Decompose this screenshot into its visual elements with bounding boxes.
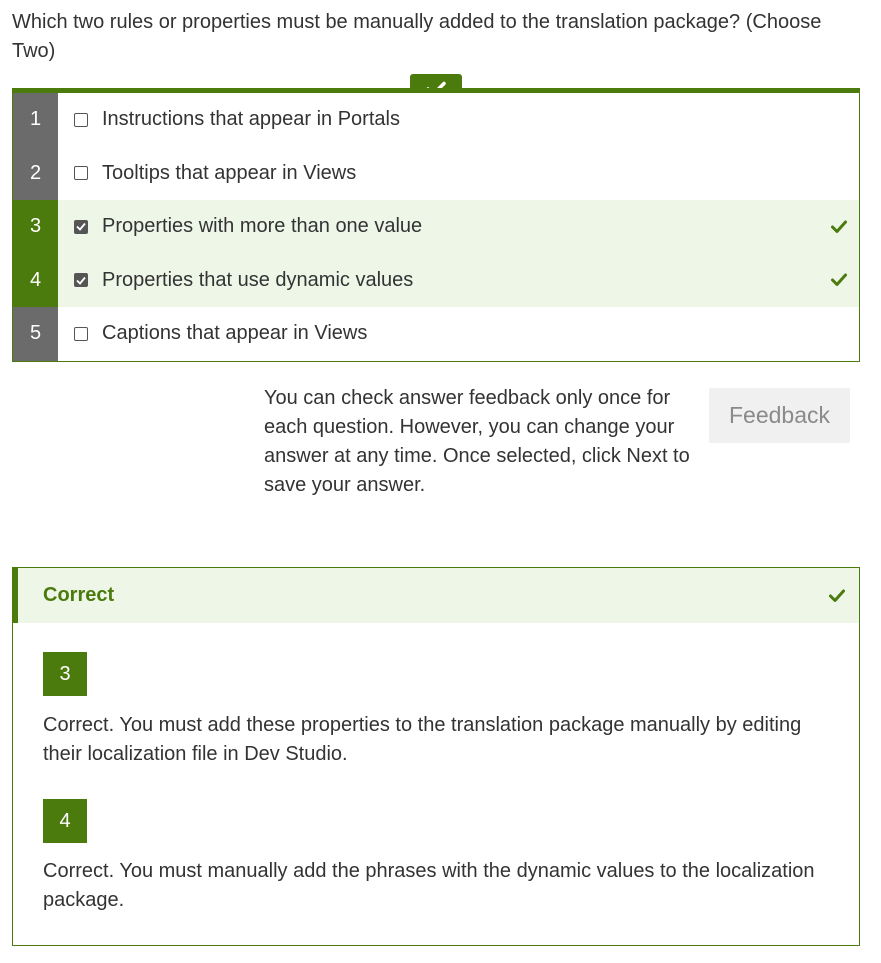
correct-check-icon — [831, 220, 847, 233]
option-label: Captions that appear in Views — [102, 322, 368, 345]
correct-check-icon — [831, 273, 847, 287]
answer-options: 1 Instructions that appear in Portals 2 … — [12, 88, 860, 362]
checkbox-icon[interactable] — [74, 166, 88, 181]
checkmark-icon — [76, 223, 86, 232]
feedback-header: Correct — [13, 568, 859, 623]
check-icon — [829, 589, 845, 602]
checkbox-icon[interactable] — [74, 326, 88, 341]
feedback-item-number: 3 — [43, 652, 87, 696]
option-label: Properties with more than one value — [102, 215, 423, 238]
answer-option-5[interactable]: 5 Captions that appear in Views — [13, 307, 859, 361]
question-text: Which two rules or properties must be ma… — [12, 11, 822, 62]
answer-option-4[interactable]: 4 Properties that use dynamic values — [13, 253, 859, 307]
answer-option-1[interactable]: 1 Instructions that appear in Portals — [13, 93, 859, 147]
feedback-button[interactable]: Feedback — [709, 388, 850, 443]
answer-option-3[interactable]: 3 Properties with more than one value — [13, 200, 859, 254]
feedback-item-number: 4 — [43, 799, 87, 843]
checkmark-icon — [76, 276, 86, 285]
checkbox-icon[interactable] — [74, 112, 88, 127]
feedback-info-text: You can check answer feedback only once … — [264, 387, 690, 496]
option-number: 4 — [13, 253, 58, 307]
checkbox-checked-icon[interactable] — [74, 273, 88, 288]
checkbox-checked-icon[interactable] — [74, 219, 88, 234]
feedback-item-text: Correct. You must add these properties t… — [43, 714, 802, 765]
feedback-panel: Correct 3 Correct. You must add these pr… — [12, 567, 860, 946]
feedback-item-text: Correct. You must manually add the phras… — [43, 860, 815, 911]
option-number: 3 — [13, 200, 58, 254]
option-label: Instructions that appear in Portals — [102, 108, 400, 131]
option-number: 1 — [13, 93, 58, 147]
option-number: 2 — [13, 146, 58, 200]
option-label: Properties that use dynamic values — [102, 268, 414, 291]
feedback-title: Correct — [43, 584, 115, 606]
answer-option-2[interactable]: 2 Tooltips that appear in Views — [13, 146, 859, 200]
option-label: Tooltips that appear in Views — [102, 161, 357, 184]
option-number: 5 — [13, 307, 58, 361]
